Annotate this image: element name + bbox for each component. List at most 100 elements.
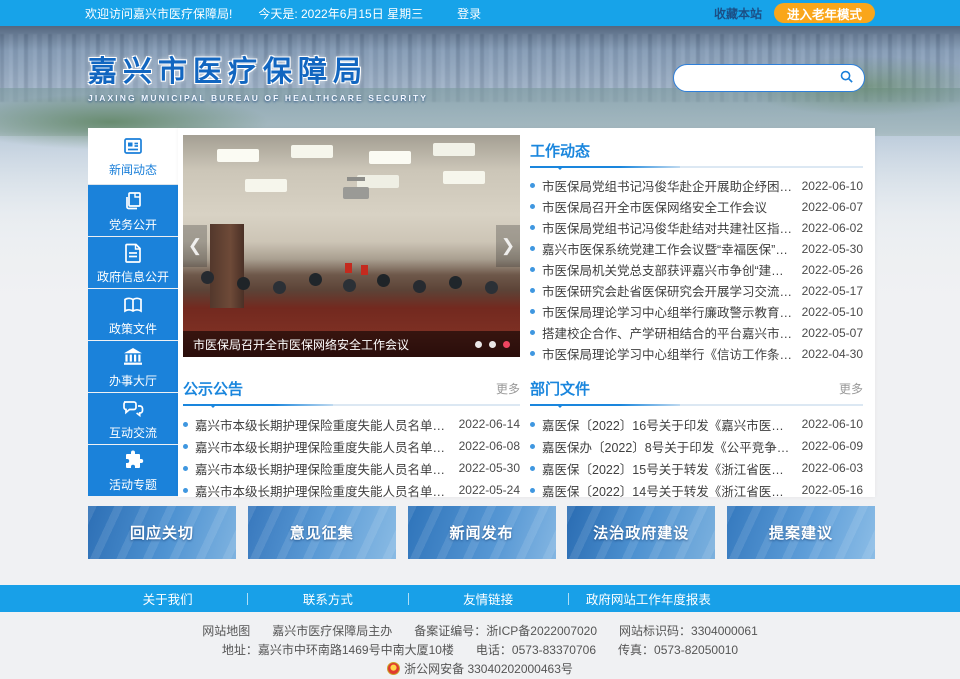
slide-decoration [201,271,214,284]
sidebar-item-special-topics[interactable]: 活动专题 [88,445,178,496]
sidebar-item-label: 互动交流 [109,424,157,441]
sidebar-item-label: 活动专题 [109,476,157,493]
list-item[interactable]: 嘉兴市本级长期护理保险重度失能人员名单公示（2...2022-05-24 [183,479,520,501]
welcome-text: 欢迎访问嘉兴市医疗保障局! [85,5,232,22]
sidebar-item-service-hall[interactable]: 办事大厅 [88,341,178,392]
tab-work-news[interactable]: 工作动态 [530,134,590,166]
banner-opinion-collection[interactable]: 意见征集 [248,506,396,559]
footer-link-about[interactable]: 关于我们 [88,589,247,608]
news-title[interactable]: 嘉兴市本级长期护理保险重度失能人员名单公示（2... [195,437,451,456]
bullet-icon [530,267,535,272]
news-title[interactable]: 市医保研究会赴省医保研究会开展学习交流活动 [542,281,794,300]
sidebar-item-interaction[interactable]: 互动交流 [88,393,178,444]
site-header: 嘉兴市医疗保障局 JIAXING MUNICIPAL BUREAU OF HEA… [0,26,960,128]
login-link[interactable]: 登录 [457,5,481,22]
list-item[interactable]: 嘉兴市本级长期护理保险重度失能人员名单公示（2...2022-05-30 [183,457,520,479]
more-link[interactable]: 更多 [839,380,863,397]
search-box[interactable] [673,64,865,92]
slide-decoration [345,263,352,273]
news-title[interactable]: 嘉医保〔2022〕14号关于转发《浙江省医疗保... [542,481,794,500]
sitemap-link[interactable]: 网站地图 [202,624,250,638]
list-item[interactable]: 嘉兴市本级长期护理保险重度失能人员名单公示（2...2022-06-08 [183,435,520,457]
bullet-icon [530,330,535,335]
bullet-icon [183,422,188,427]
chevron-left-icon[interactable]: ❮ [183,225,207,267]
news-title[interactable]: 嘉医保〔2022〕15号关于转发《浙江省医疗保... [542,459,794,478]
list-item[interactable]: 嘉医保〔2022〕15号关于转发《浙江省医疗保...2022-06-03 [530,457,863,479]
tab-dept-files[interactable]: 部门文件 [530,372,590,404]
news-date: 2022-05-30 [802,242,863,256]
list-item[interactable]: 市医保局党组书记冯俊华赴企开展助企纾困活动2022-06-10 [530,175,863,196]
list-item[interactable]: 市医保局召开全市医保网络安全工作会议2022-06-07 [530,196,863,217]
bullet-icon [530,351,535,356]
security-record-link[interactable]: 浙公网安备 33040202000463号 [404,662,573,676]
list-item[interactable]: 嘉医保办〔2022〕8号关于印发《公平竞争审查...2022-06-09 [530,435,863,457]
news-title[interactable]: 嘉兴市本级长期护理保险重度失能人员名单公示（2... [195,459,451,478]
elder-mode-button[interactable]: 进入老年模式 [774,3,875,23]
news-title[interactable]: 嘉兴市医保系统党建工作会议暨“幸福医保”党建联... [542,239,794,258]
list-item[interactable]: 市医保局机关党总支部获评嘉兴市争创“建设清廉机...2022-05-26 [530,259,863,280]
news-title[interactable]: 嘉医保办〔2022〕8号关于印发《公平竞争审查... [542,437,794,456]
news-title[interactable]: 市医保局理论学习中心组举行《信访工作条例》专题... [542,344,794,363]
sidebar-item-party-affairs[interactable]: 党务公开 [88,185,178,236]
banner-proposals[interactable]: 提案建议 [727,506,875,559]
list-item[interactable]: 嘉医保〔2022〕14号关于转发《浙江省医疗保...2022-05-16 [530,479,863,501]
bank-icon [121,345,145,369]
banner-respond-concerns[interactable]: 回应关切 [88,506,236,559]
national-emblem-icon [387,662,400,675]
banner-law-government[interactable]: 法治政府建设 [567,506,715,559]
fax-text: 传真：0573-82050010 [618,643,738,657]
bullet-icon [530,288,535,293]
footer-link-contact[interactable]: 联系方式 [248,589,407,608]
footer-link-friend-links[interactable]: 友情链接 [409,589,568,608]
bullet-icon [183,444,188,449]
carousel-dot-active[interactable] [503,341,510,348]
news-title[interactable]: 市医保局机关党总支部获评嘉兴市争创“建设清廉机... [542,260,794,279]
slide-decoration [343,187,369,199]
document-icon [121,241,145,265]
news-date: 2022-05-17 [802,284,863,298]
site-subtitle: JIAXING MUNICIPAL BUREAU OF HEALTHCARE S… [88,93,428,103]
list-item[interactable]: 市医保研究会赴省医保研究会开展学习交流活动 2022-05-17 [530,280,863,301]
news-title[interactable]: 嘉医保〔2022〕16号关于印发《嘉兴市医疗保... [542,415,794,434]
sidebar-item-gov-info[interactable]: 政府信息公开 [88,237,178,288]
carousel-slide-meeting-photo[interactable] [183,135,520,357]
banner-label: 提案建议 [769,522,833,543]
sidebar-item-label: 办事大厅 [109,372,157,389]
more-link[interactable]: 更多 [496,380,520,397]
list-item[interactable]: 市医保局理论学习中心组举行《信访工作条例》专题...2022-04-30 [530,343,863,364]
section-dept-files: 部门文件 更多 嘉医保〔2022〕16号关于印发《嘉兴市医疗保... 2022-0… [530,372,863,501]
footer-link-annual-report[interactable]: 政府网站工作年度报表 [569,589,728,608]
news-title[interactable]: 嘉兴市本级长期护理保险重度失能人员名单公示（2... [195,415,451,434]
sidebar-item-news[interactable]: 新闻动态 [88,128,178,184]
news-title[interactable]: 市医保局理论学习中心组举行廉政警示教育专题学习... [542,302,794,321]
list-item[interactable]: 嘉兴市医保系统党建工作会议暨“幸福医保”党建联... 2022-05-30 [530,238,863,259]
list-item[interactable]: 嘉医保〔2022〕16号关于印发《嘉兴市医疗保... 2022-06-10 [530,413,863,435]
news-title[interactable]: 市医保局召开全市医保网络安全工作会议 [542,197,794,216]
list-item[interactable]: 市医保局党组书记冯俊华赴结对共建社区指导全国文...2022-06-02 [530,217,863,238]
carousel-caption[interactable]: 市医保局召开全市医保网络安全工作会议 [193,336,475,353]
list-item[interactable]: 市医保局理论学习中心组举行廉政警示教育专题学习... 2022-05-10 [530,301,863,322]
news-date: 2022-05-10 [802,305,863,319]
site-logo[interactable]: 嘉兴市医疗保障局 JIAXING MUNICIPAL BUREAU OF HEA… [88,48,428,103]
banner-news-release[interactable]: 新闻发布 [408,506,556,559]
carousel-dot[interactable] [489,341,496,348]
tab-notices[interactable]: 公示公告 [183,372,243,404]
search-button[interactable] [839,69,854,87]
news-title[interactable]: 市医保局党组书记冯俊华赴企开展助企纾困活动 [542,176,794,195]
news-title[interactable]: 搭建校企合作、产学研相结合的平台嘉兴市长期护理... [542,323,794,342]
quick-link-banners: 回应关切 意见征集 新闻发布 法治政府建设 提案建议 [88,506,875,559]
favorite-site-link[interactable]: 收藏本站 [714,5,762,22]
news-title[interactable]: 市医保局党组书记冯俊华赴结对共建社区指导全国文... [542,218,794,237]
chevron-right-icon[interactable]: ❯ [496,225,520,267]
carousel-dot[interactable] [475,341,482,348]
news-carousel[interactable]: ❮ ❯ 市医保局召开全市医保网络安全工作会议 [183,135,520,357]
news-date: 2022-06-10 [802,417,863,431]
news-title[interactable]: 嘉兴市本级长期护理保险重度失能人员名单公示（2... [195,481,451,500]
list-item[interactable]: 嘉兴市本级长期护理保险重度失能人员名单公示（2...2022-06-14 [183,413,520,435]
search-input[interactable] [684,71,839,85]
list-item[interactable]: 搭建校企合作、产学研相结合的平台嘉兴市长期护理...2022-05-07 [530,322,863,343]
footer-line-1: 网站地图嘉兴市医疗保障局主办备案证编号：浙ICP备2022007020网站标识码… [0,622,960,641]
topbar: 欢迎访问嘉兴市医疗保障局! 今天是: 2022年6月15日 星期三 登录 收藏本… [0,0,960,26]
sidebar-item-policy-files[interactable]: 政策文件 [88,289,178,340]
